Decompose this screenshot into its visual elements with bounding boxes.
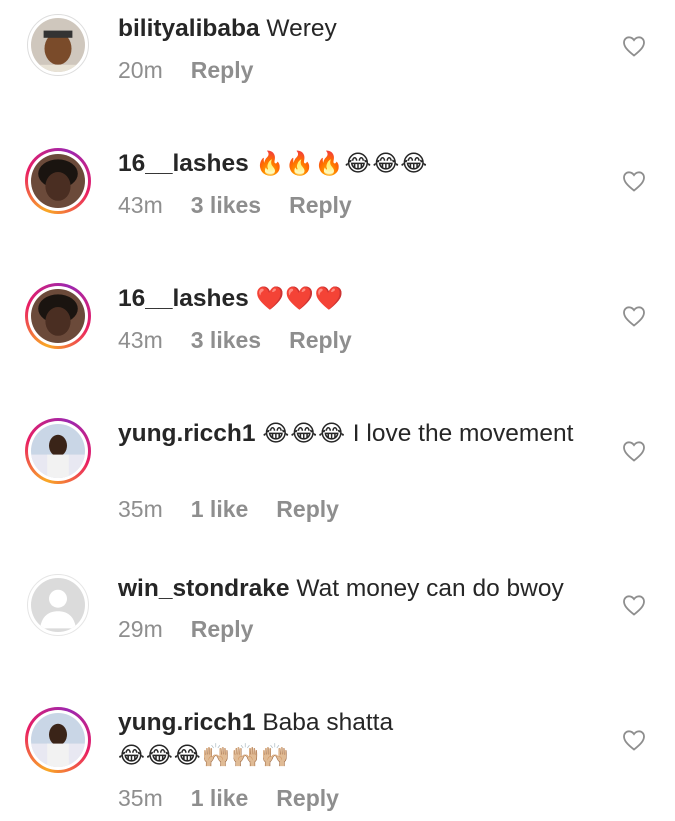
comment-meta: 35m 1 like Reply [118, 496, 367, 523]
comment-meta: 35m 1 like Reply [118, 785, 367, 812]
reply-button[interactable]: Reply [276, 785, 339, 811]
comment-text: 16__lashes ❤️❤️❤️ [118, 282, 598, 315]
comment-meta: 43m 3 likes Reply [118, 192, 380, 219]
avatar[interactable] [27, 14, 89, 76]
reply-button[interactable]: Reply [191, 616, 254, 642]
comment-time: 35m [118, 496, 163, 522]
comment-text: bilityalibaba Werey [118, 12, 598, 45]
comment-meta: 20m Reply [118, 57, 281, 84]
comment-text: 16__lashes 🔥🔥🔥😂😂😂 [118, 147, 598, 180]
comment-text: win_stondrake Wat money can do bwoy [118, 572, 598, 605]
comment-emoji: ❤️❤️❤️ [255, 285, 345, 311]
heart-outline-icon[interactable] [622, 729, 646, 751]
avatar[interactable] [25, 148, 91, 214]
comment-body: Wat money can do bwoy [296, 575, 564, 602]
heart-outline-icon[interactable] [622, 305, 646, 327]
avatar[interactable] [25, 418, 91, 484]
comment-username[interactable]: yung.ricch1 [118, 709, 256, 736]
avatar[interactable] [25, 283, 91, 349]
reply-button[interactable]: Reply [289, 192, 352, 218]
comment-time: 43m [118, 327, 163, 353]
avatar[interactable] [27, 574, 89, 636]
comment-emoji: 😂😂😂 [262, 420, 346, 446]
comment-likes[interactable]: 1 like [191, 496, 249, 522]
comment-username[interactable]: 16__lashes [118, 285, 249, 312]
heart-outline-icon[interactable] [622, 35, 646, 57]
heart-outline-icon[interactable] [622, 594, 646, 616]
comment-time: 29m [118, 616, 163, 642]
reply-button[interactable]: Reply [289, 327, 352, 353]
comment-likes[interactable]: 1 like [191, 785, 249, 811]
comment-time: 20m [118, 57, 163, 83]
comment-body: I love the movement [352, 420, 574, 447]
comment-time: 43m [118, 192, 163, 218]
comment-time: 35m [118, 785, 163, 811]
comment-username[interactable]: bilityalibaba [118, 15, 260, 42]
comment-username[interactable]: win_stondrake [118, 575, 290, 602]
reply-button[interactable]: Reply [191, 57, 254, 83]
comment-meta: 43m 3 likes Reply [118, 327, 380, 354]
comment-emoji: 🔥🔥🔥😂😂😂 [255, 150, 429, 176]
comment-body: Baba shatta [262, 709, 394, 736]
reply-button[interactable]: Reply [276, 496, 339, 522]
comment-username[interactable]: yung.ricch1 [118, 420, 256, 447]
comment-meta: 29m Reply [118, 616, 281, 643]
comment-likes[interactable]: 3 likes [191, 327, 261, 353]
comment-text: yung.ricch1 😂😂😂 I love the movement [118, 417, 598, 450]
heart-outline-icon[interactable] [622, 170, 646, 192]
heart-outline-icon[interactable] [622, 440, 646, 462]
comment-text: yung.ricch1 Baba shatta 😂😂😂🙌🏼🙌🏼🙌🏼 [118, 706, 598, 772]
person-silhouette-icon [31, 578, 85, 632]
comment-username[interactable]: 16__lashes [118, 150, 249, 177]
comment-likes[interactable]: 3 likes [191, 192, 261, 218]
comment-body: Werey [266, 15, 337, 42]
avatar[interactable] [25, 707, 91, 773]
comment-emoji: 😂😂😂🙌🏼🙌🏼🙌🏼 [118, 742, 291, 768]
